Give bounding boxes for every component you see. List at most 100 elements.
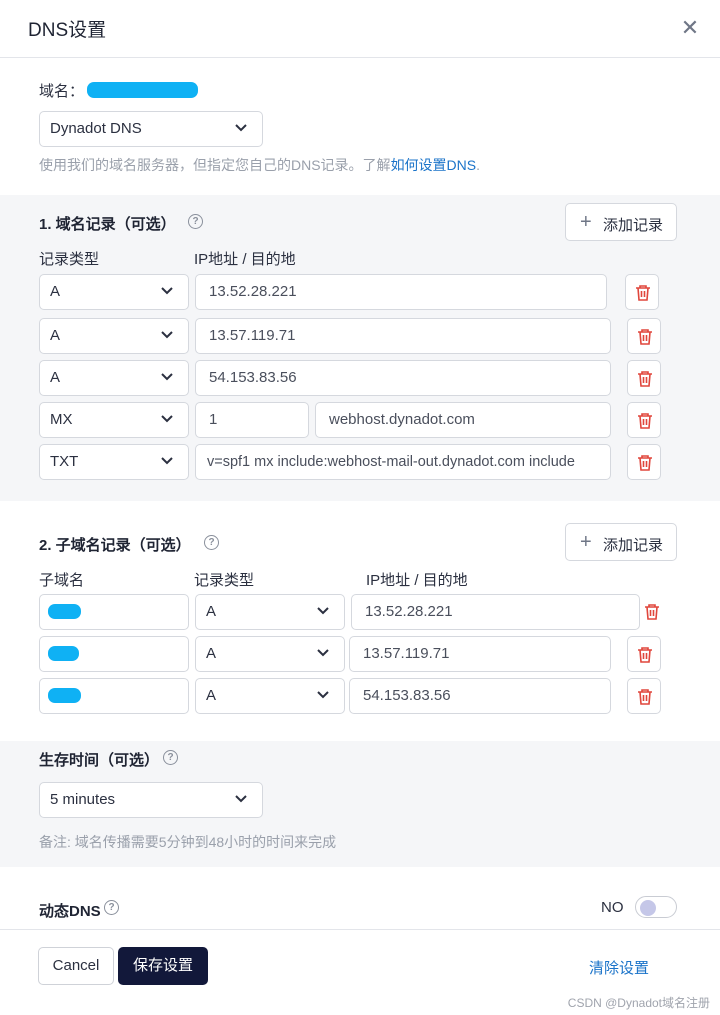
chevron-down-icon — [161, 331, 173, 339]
trash-icon — [638, 413, 652, 429]
subdomain-target-input[interactable]: 13.52.28.221 — [351, 594, 640, 630]
delete-record-button[interactable] — [627, 360, 661, 396]
close-icon[interactable]: ✕ — [676, 14, 704, 42]
delete-record-button[interactable] — [627, 444, 661, 480]
help-icon[interactable]: ? — [163, 750, 178, 765]
domain-hint: 使用我们的域名服务器，但指定您自己的DNS记录。了解如何设置DNS. — [39, 155, 480, 175]
dynamic-dns-toggle[interactable] — [635, 896, 677, 918]
record-type-value: A — [206, 645, 217, 662]
delete-record-button[interactable] — [627, 402, 661, 438]
chevron-down-icon — [161, 457, 173, 465]
trash-icon — [645, 604, 659, 620]
col-subdomain: 子域名 — [39, 572, 85, 589]
help-icon[interactable]: ? — [104, 900, 119, 915]
delete-subdomain-button[interactable] — [627, 636, 661, 672]
dialog-header: DNS设置 ✕ — [0, 0, 720, 58]
record-type-value: MX — [50, 411, 73, 428]
records-title: 1. 域名记录（可选） — [39, 216, 176, 233]
chevron-down-icon — [161, 415, 173, 423]
col-ip-target: IP地址 / 目的地 — [366, 572, 468, 589]
nameserver-select[interactable]: Dynadot DNS — [39, 111, 263, 147]
chevron-down-icon — [317, 649, 329, 657]
record-target-input[interactable]: 13.52.28.221 — [195, 274, 607, 310]
subdomain-target-input[interactable]: 54.153.83.56 — [349, 678, 611, 714]
chevron-down-icon — [161, 373, 173, 381]
ttl-title: 生存时间（可选） — [39, 752, 160, 769]
record-target-input[interactable]: 54.153.83.56 — [195, 360, 611, 396]
nameserver-select-value: Dynadot DNS — [50, 120, 142, 137]
ttl-select-value: 5 minutes — [50, 791, 116, 808]
subdomain-title: 2. 子域名记录（可选） — [39, 537, 191, 554]
record-target-input[interactable]: v=spf1 mx include:webhost-mail-out.dynad… — [195, 444, 611, 480]
ttl-note: 备注: 域名传播需要5分钟到48小时的时间来完成 — [39, 834, 337, 850]
toggle-knob — [640, 900, 656, 916]
save-settings-button[interactable]: 保存设置 — [118, 947, 208, 985]
chevron-down-icon — [235, 124, 247, 132]
add-record-label: 添加记录 — [603, 217, 664, 234]
redacted-subdomain — [48, 646, 79, 661]
help-icon[interactable]: ? — [204, 535, 219, 550]
domain-hint-text: 使用我们的域名服务器，但指定您自己的DNS记录。了解 — [39, 157, 391, 173]
chevron-down-icon — [235, 795, 247, 803]
subdomain-target-input[interactable]: 13.57.119.71 — [349, 636, 611, 672]
mx-priority-input[interactable]: 1 — [195, 402, 309, 438]
dynamic-dns-state: NO — [601, 899, 624, 916]
record-type-value: A — [206, 603, 217, 620]
dynamic-dns-section: 动态DNS ? NO — [0, 867, 720, 930]
trash-icon — [638, 455, 652, 471]
subdomain-type-select[interactable]: A — [195, 636, 345, 672]
record-type-select[interactable]: A — [39, 318, 189, 354]
chevron-down-icon — [317, 691, 329, 699]
domain-records-section: 1. 域名记录（可选） ? + 添加记录 记录类型 IP地址 / 目的地 A 1… — [0, 195, 720, 501]
dynamic-dns-title: 动态DNS — [39, 903, 101, 920]
watermark: CSDN @Dynadot域名注册 — [567, 996, 710, 1010]
record-target-input[interactable]: 13.57.119.71 — [195, 318, 611, 354]
ttl-select[interactable]: 5 minutes — [39, 782, 263, 818]
how-to-setup-dns-link[interactable]: 如何设置DNS — [391, 157, 477, 173]
clear-settings-button[interactable]: 清除设置 — [589, 957, 649, 978]
ttl-section: 生存时间（可选） ? 5 minutes 备注: 域名传播需要5分钟到48小时的… — [0, 741, 720, 867]
plus-icon: + — [580, 531, 592, 553]
domain-hint-suffix: . — [476, 157, 481, 173]
trash-icon — [638, 329, 652, 345]
cancel-button[interactable]: Cancel — [38, 947, 114, 985]
record-type-value: A — [50, 327, 61, 344]
domain-label: 域名： — [39, 83, 85, 100]
redacted-domain — [87, 82, 198, 98]
record-type-select[interactable]: A — [39, 360, 189, 396]
trash-icon — [638, 647, 652, 663]
subdomain-type-select[interactable]: A — [195, 594, 345, 630]
domain-section: 域名： Dynadot DNS 使用我们的域名服务器，但指定您自己的DNS记录。… — [0, 58, 720, 195]
chevron-down-icon — [161, 287, 173, 295]
redacted-subdomain — [48, 604, 81, 619]
col-record-type: 记录类型 — [194, 572, 255, 589]
trash-icon — [638, 689, 652, 705]
trash-icon — [636, 285, 650, 301]
record-type-select[interactable]: TXT — [39, 444, 189, 480]
subdomain-records-section: 2. 子域名记录（可选） ? + 添加记录 子域名 记录类型 IP地址 / 目的… — [0, 501, 720, 741]
record-type-value: A — [206, 687, 217, 704]
plus-icon: + — [580, 211, 592, 233]
col-ip-target: IP地址 / 目的地 — [194, 251, 296, 268]
dialog-footer: Cancel 保存设置 清除设置 CSDN @Dynadot域名注册 — [0, 930, 720, 1015]
record-target-input[interactable]: webhost.dynadot.com — [315, 402, 611, 438]
help-icon[interactable]: ? — [188, 214, 203, 229]
delete-subdomain-button[interactable] — [627, 678, 661, 714]
record-type-value: A — [50, 369, 61, 386]
redacted-subdomain — [48, 688, 81, 703]
chevron-down-icon — [317, 607, 329, 615]
add-record-label: 添加记录 — [603, 537, 664, 554]
delete-record-button[interactable] — [625, 274, 659, 310]
add-record-button[interactable]: + 添加记录 — [565, 203, 677, 241]
record-type-value: TXT — [50, 453, 79, 470]
record-type-value: A — [50, 283, 61, 300]
dialog-title: DNS设置 — [28, 20, 107, 41]
trash-icon — [638, 371, 652, 387]
delete-record-button[interactable] — [627, 318, 661, 354]
subdomain-type-select[interactable]: A — [195, 678, 345, 714]
record-type-select[interactable]: MX — [39, 402, 189, 438]
add-subdomain-record-button[interactable]: + 添加记录 — [565, 523, 677, 561]
col-record-type: 记录类型 — [39, 251, 100, 268]
delete-subdomain-button[interactable] — [635, 594, 669, 630]
record-type-select[interactable]: A — [39, 274, 189, 310]
